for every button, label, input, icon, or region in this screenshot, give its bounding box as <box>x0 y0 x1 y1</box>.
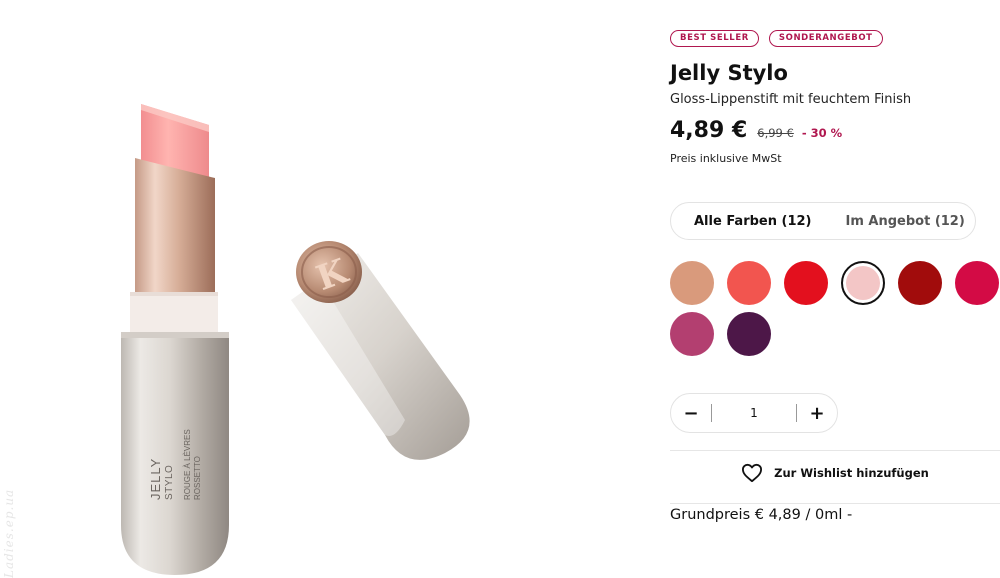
wishlist-label: Zur Wishlist hinzufügen <box>774 466 929 480</box>
product-image: JELLY STYLO ROUGE À LÈVRES ROSSETTO K <box>0 0 640 576</box>
color-swatch[interactable] <box>841 261 885 305</box>
discount-label: - 30 % <box>801 126 843 140</box>
tube-text-rouge: ROUGE À LÈVRES <box>183 429 192 500</box>
heart-icon <box>742 463 763 483</box>
tab-all-colors[interactable]: Alle Farben (12) <box>671 214 829 229</box>
color-swatch[interactable] <box>784 261 828 305</box>
quantity-increase-button[interactable]: + <box>797 403 837 424</box>
color-swatch[interactable] <box>955 261 999 305</box>
tab-on-sale[interactable]: Im Angebot (12) <box>829 214 982 229</box>
old-price: 6,99 € <box>757 126 794 140</box>
color-swatch[interactable] <box>670 312 714 356</box>
tube-text-stylo: STYLO <box>164 465 175 500</box>
lipstick-sleeve <box>130 158 218 332</box>
tube-text-rossetto: ROSSETTO <box>193 456 202 500</box>
product-title: Jelly Stylo <box>670 61 788 85</box>
badge-best-seller: BEST SELLER <box>670 30 759 47</box>
watermark: Ladies.ep.ua <box>2 488 16 578</box>
product-info: BEST SELLER SONDERANGEBOT Jelly Stylo Gl… <box>670 30 1000 165</box>
color-swatch[interactable] <box>898 261 942 305</box>
divider <box>670 503 1000 504</box>
current-price: 4,89 € <box>670 118 748 143</box>
product-subtitle: Gloss-Lippenstift mit feuchtem Finish <box>670 92 912 107</box>
badge-row: BEST SELLER SONDERANGEBOT <box>670 30 1000 47</box>
divider <box>670 450 1000 451</box>
color-filter-tabs: Alle Farben (12) Im Angebot (12) <box>670 202 976 240</box>
lipstick-cap: K <box>291 241 470 460</box>
tube-text-jelly: JELLY <box>148 458 163 500</box>
color-swatch[interactable] <box>727 261 771 305</box>
color-swatch[interactable] <box>727 312 771 356</box>
vat-note: Preis inklusive MwSt <box>670 152 782 165</box>
add-to-wishlist-button[interactable]: Zur Wishlist hinzufügen <box>670 463 1000 483</box>
price-row: 4,89 € 6,99 € - 30 % <box>670 118 1000 143</box>
badge-sonderangebot: SONDERANGEBOT <box>768 30 883 47</box>
lipstick-tube <box>121 332 229 575</box>
quantity-stepper: − + <box>670 393 838 433</box>
quantity-decrease-button[interactable]: − <box>671 403 711 424</box>
color-swatch[interactable] <box>670 261 714 305</box>
base-price: Grundpreis € 4,89 / 0ml - <box>670 507 853 523</box>
quantity-input[interactable] <box>712 405 796 421</box>
